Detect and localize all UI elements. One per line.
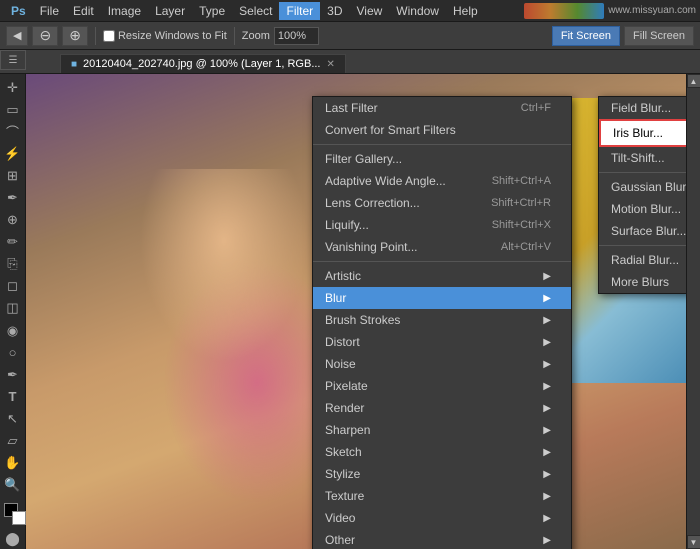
menu-liquify[interactable]: Liquify... Shift+Ctrl+X <box>313 214 571 236</box>
menu-field-blur[interactable]: Field Blur... <box>599 97 686 119</box>
menu-adaptive-wide[interactable]: Adaptive Wide Angle... Shift+Ctrl+A <box>313 170 571 192</box>
scroll-up-btn[interactable]: ▲ <box>688 75 700 87</box>
dodge-tool[interactable]: ○ <box>2 343 24 362</box>
tabbar: ☰ ■ 20120404_202740.jpg @ 100% (Layer 1,… <box>0 50 700 74</box>
menu-sketch[interactable]: Sketch ▶ <box>313 441 571 463</box>
menu-iris-blur[interactable]: Iris Blur... <box>599 119 686 147</box>
zoom-label: Zoom <box>242 30 270 42</box>
document-tab[interactable]: ■ 20120404_202740.jpg @ 100% (Layer 1, R… <box>60 54 346 73</box>
menu-gaussian-blur[interactable]: Gaussian Blur... <box>599 176 686 198</box>
blur-tool[interactable]: ◉ <box>2 321 24 340</box>
menubar-edit[interactable]: Edit <box>66 2 101 20</box>
toolbar: ◀ ⊖ ⊕ Resize Windows to Fit Zoom Fit Scr… <box>0 22 700 50</box>
eyedropper-tool[interactable]: ✒ <box>2 188 24 207</box>
toolbar-back-btn[interactable]: ◀ <box>6 26 28 46</box>
menu-tilt-shift[interactable]: Tilt-Shift... <box>599 147 686 169</box>
menu-noise[interactable]: Noise ▶ <box>313 353 571 375</box>
menu-video[interactable]: Video ▶ <box>313 507 571 529</box>
menubar-3d[interactable]: 3D <box>320 2 349 20</box>
menu-brush-strokes[interactable]: Brush Strokes ▶ <box>313 309 571 331</box>
main-area: ✛ ▭ ⌒ ⚡ ⊞ ✒ ⊕ ✏ ⎘ ◻ ◫ ◉ ○ ✒ T ↖ ▱ ✋ 🔍 ⬤ <box>0 74 700 549</box>
menu-stylize[interactable]: Stylize ▶ <box>313 463 571 485</box>
magic-wand-tool[interactable]: ⚡ <box>2 144 24 163</box>
type-tool[interactable]: T <box>2 387 24 406</box>
quick-mask-tool[interactable]: ⬤ <box>2 530 24 549</box>
shape-tool[interactable]: ▱ <box>2 432 24 451</box>
blur-sep1 <box>599 172 686 173</box>
tools-panel: ✛ ▭ ⌒ ⚡ ⊞ ✒ ⊕ ✏ ⎘ ◻ ◫ ◉ ○ ✒ T ↖ ▱ ✋ 🔍 ⬤ <box>0 74 26 549</box>
menu-distort[interactable]: Distort ▶ <box>313 331 571 353</box>
brush-tool[interactable]: ✏ <box>2 233 24 252</box>
fill-screen-button[interactable]: Fill Screen <box>624 26 694 46</box>
menubar-file[interactable]: File <box>33 2 66 20</box>
menu-surface-blur[interactable]: Surface Blur... <box>599 220 686 242</box>
tab-close-icon[interactable]: ✕ <box>327 59 335 70</box>
menu-filter-gallery[interactable]: Filter Gallery... <box>313 148 571 170</box>
crop-tool[interactable]: ⊞ <box>2 166 24 185</box>
menubar-window[interactable]: Window <box>389 2 446 20</box>
canvas-area: Last Filter Ctrl+F Convert for Smart Fil… <box>26 74 686 549</box>
move-tool[interactable]: ✛ <box>2 78 24 97</box>
gradient-tool[interactable]: ◫ <box>2 299 24 318</box>
menu-convert-smart[interactable]: Convert for Smart Filters <box>313 119 571 141</box>
menu-render[interactable]: Render ▶ <box>313 397 571 419</box>
menu-motion-blur[interactable]: Motion Blur... <box>599 198 686 220</box>
menu-lens-correction[interactable]: Lens Correction... Shift+Ctrl+R <box>313 192 571 214</box>
menu-last-filter[interactable]: Last Filter Ctrl+F <box>313 97 571 119</box>
blur-submenu: Field Blur... Iris Blur... Tilt-Shift...… <box>598 96 686 294</box>
lasso-tool[interactable]: ⌒ <box>2 122 24 141</box>
tab-title: 20120404_202740.jpg @ 100% (Layer 1, RGB… <box>83 58 320 70</box>
marquee-tool[interactable]: ▭ <box>2 100 24 119</box>
menubar: Ps File Edit Image Layer Type Select Fil… <box>0 0 700 22</box>
menubar-select[interactable]: Select <box>232 2 279 20</box>
menubar-help[interactable]: Help <box>446 2 485 20</box>
path-select-tool[interactable]: ↖ <box>2 409 24 428</box>
menu-radial-blur[interactable]: Radial Blur... <box>599 249 686 271</box>
clone-tool[interactable]: ⎘ <box>2 255 24 274</box>
right-panel: ▲ ▼ <box>686 74 700 549</box>
menu-other[interactable]: Other ▶ <box>313 529 571 549</box>
sep1 <box>313 144 571 145</box>
menubar-ps[interactable]: Ps <box>4 2 33 20</box>
foreground-bg-colors[interactable] <box>2 501 24 527</box>
menu-artistic[interactable]: Artistic ▶ <box>313 265 571 287</box>
menubar-type[interactable]: Type <box>192 2 232 20</box>
toolbar-sep-1 <box>95 27 96 45</box>
resize-windows-check[interactable]: Resize Windows to Fit <box>103 30 227 42</box>
healing-tool[interactable]: ⊕ <box>2 211 24 230</box>
scroll-down-btn[interactable]: ▼ <box>688 536 700 548</box>
blur-sep2 <box>599 245 686 246</box>
menu-vanishing-point[interactable]: Vanishing Point... Alt+Ctrl+V <box>313 236 571 258</box>
toolbar-zoom-out-btn[interactable]: ⊖ <box>32 26 58 46</box>
hand-tool[interactable]: ✋ <box>2 454 24 473</box>
menu-blur[interactable]: Blur ▶ <box>313 287 571 309</box>
menubar-view[interactable]: View <box>350 2 390 20</box>
zoom-input[interactable] <box>274 27 319 45</box>
sep2 <box>313 261 571 262</box>
pen-tool[interactable]: ✒ <box>2 365 24 384</box>
menubar-layer[interactable]: Layer <box>148 2 192 20</box>
menubar-image[interactable]: Image <box>101 2 148 20</box>
menubar-filter[interactable]: Filter <box>279 2 320 20</box>
menu-sharpen[interactable]: Sharpen ▶ <box>313 419 571 441</box>
fit-screen-button[interactable]: Fit Screen <box>552 26 620 46</box>
resize-windows-label: Resize Windows to Fit <box>118 30 227 42</box>
menu-pixelate[interactable]: Pixelate ▶ <box>313 375 571 397</box>
filter-menu: Last Filter Ctrl+F Convert for Smart Fil… <box>312 96 572 549</box>
toolbar-sep-2 <box>234 27 235 45</box>
tab-icon: ■ <box>71 59 77 70</box>
menu-more-blurs[interactable]: More Blurs ▶ <box>599 271 686 293</box>
toolbar-zoom-in-btn[interactable]: ⊕ <box>62 26 88 46</box>
menu-texture[interactable]: Texture ▶ <box>313 485 571 507</box>
zoom-tool[interactable]: 🔍 <box>2 476 24 495</box>
eraser-tool[interactable]: ◻ <box>2 277 24 296</box>
